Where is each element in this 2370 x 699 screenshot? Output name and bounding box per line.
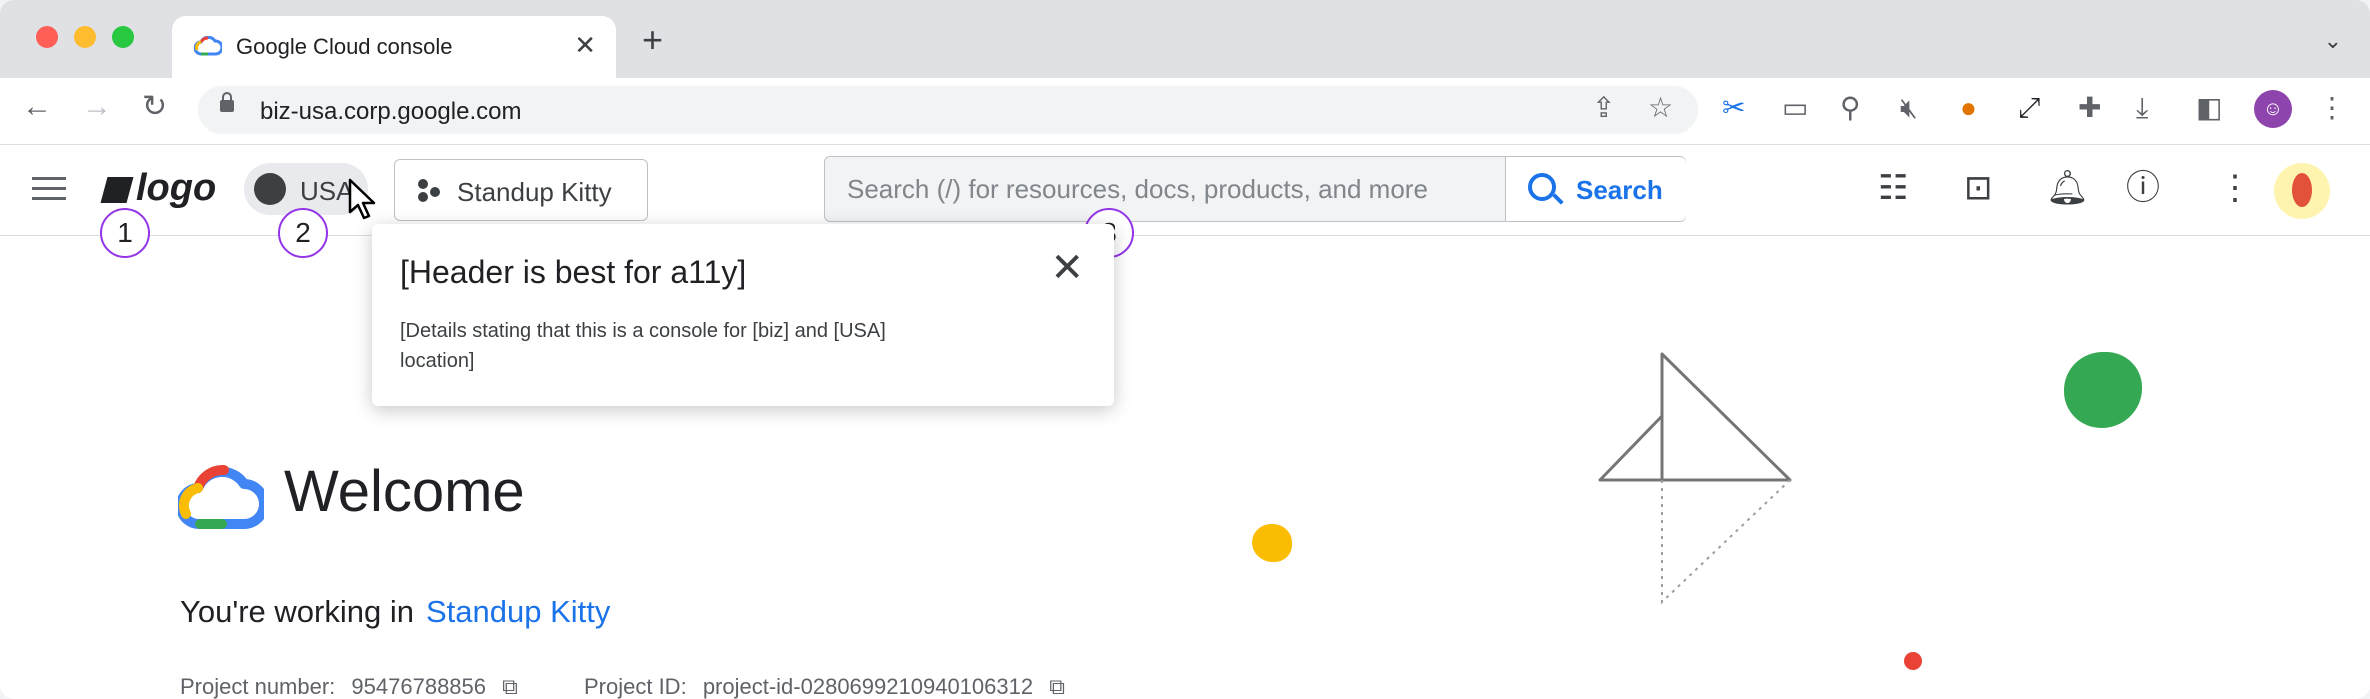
close-window-button[interactable] [36, 26, 58, 48]
annotation-badge-2: 2 [278, 208, 328, 258]
mute-icon[interactable]: 🔇︎ [1900, 94, 1918, 122]
translate-icon[interactable]: ⚲ [1840, 94, 1861, 122]
search-button[interactable]: Search [1505, 157, 1686, 221]
tab-title: Google Cloud console [236, 34, 453, 59]
url-text: biz-usa.corp.google.com [260, 98, 522, 125]
mouse-cursor-icon [348, 178, 376, 220]
tab-strip: Google Cloud console ✕ + ⌄ [0, 0, 2370, 78]
copy-icon[interactable]: ⧉ [502, 674, 518, 699]
hamburger-menu-icon[interactable] [32, 177, 66, 207]
reload-icon[interactable]: ↻ [142, 92, 167, 122]
project-number-value: 95476788856 [351, 674, 487, 699]
notifications-bell-icon[interactable]: 🔔︎ [2046, 171, 2089, 205]
popover-title: [Header is best for a11y] [400, 254, 747, 290]
welcome-title: Welcome [284, 459, 525, 524]
copy-icon[interactable]: ⧉ [1049, 674, 1065, 699]
project-picker-button[interactable]: Standup Kitty [394, 159, 648, 221]
puzzle-icon[interactable]: ✚ [2078, 94, 2101, 122]
forward-arrow-icon[interactable]: → [82, 92, 112, 122]
tab-close-icon[interactable]: ✕ [574, 30, 596, 61]
profile-avatar[interactable]: ☺ [2254, 90, 2292, 128]
popover-close-icon[interactable]: ✕ [1050, 248, 1084, 288]
annotation-badge-1: 1 [100, 208, 150, 258]
yellow-blob-shape [1252, 524, 1292, 562]
tab-google-cloud-console[interactable]: Google Cloud console ✕ [172, 16, 616, 78]
working-in-prefix: You're working in [180, 594, 414, 629]
search-bar: Search [824, 156, 1686, 222]
minimize-window-button[interactable] [74, 26, 96, 48]
browser-window: Google Cloud console ✕ + ⌄ ← → ↻ biz-usa… [0, 0, 2370, 699]
project-id-label: Project ID: [583, 674, 687, 699]
search-input[interactable] [825, 157, 1505, 221]
maximize-window-button[interactable] [112, 26, 134, 48]
globe-icon [254, 173, 286, 205]
extension-icon[interactable]: ● [1960, 94, 1977, 122]
bookmark-star-icon[interactable]: ☆ [1648, 94, 1673, 122]
help-icon[interactable]: ⓘ [2126, 171, 2160, 205]
project-number-label: Project number: [180, 674, 336, 699]
browser-toolbar: ← → ↻ biz-usa.corp.google.com ⇪ ☆ ✂ ▭ ⚲ … [0, 78, 2370, 145]
info-popover: [Header is best for a11y] ✕ [Details sta… [372, 224, 1114, 406]
google-cloud-favicon-icon [194, 36, 222, 56]
address-bar[interactable]: biz-usa.corp.google.com ⇪ ☆ [198, 86, 1698, 134]
region-label: USA [300, 176, 354, 206]
side-panel-icon[interactable]: ◧ [2196, 94, 2222, 122]
more-vert-icon[interactable]: ⋮ [2318, 94, 2346, 122]
user-avatar[interactable] [2274, 163, 2330, 219]
project-label: Standup Kitty [457, 177, 612, 207]
monitor-icon[interactable]: ▭ [1782, 94, 1808, 122]
logo-mark-icon [100, 176, 134, 203]
scissors-icon[interactable]: ✂ [1722, 94, 1745, 122]
project-info-row: Project number: 95476788856 ⧉ Project ID… [180, 674, 1075, 699]
working-project-link[interactable]: Standup Kitty [426, 594, 610, 629]
paper-plane-illustration [1598, 352, 1792, 605]
green-blob-shape [2064, 352, 2142, 428]
more-vert-icon[interactable]: ⋮ [2218, 171, 2252, 205]
popover-body: [Details stating that this is a console … [400, 320, 886, 372]
logo[interactable]: logo [100, 167, 216, 210]
project-id-value: project-id-0280699210940106312 [702, 674, 1034, 699]
project-icon [418, 179, 440, 202]
lock-icon [220, 92, 234, 112]
notes-icon[interactable]: ☷ [1878, 171, 1908, 205]
back-arrow-icon[interactable]: ← [22, 92, 52, 122]
working-in-text: You're working in Standup Kitty [180, 594, 610, 630]
download-icon[interactable]: ⤓ [2136, 94, 2148, 122]
chevron-down-icon[interactable]: ⌄ [2324, 28, 2342, 54]
expand-icon[interactable]: ⤢ [2018, 94, 2040, 122]
search-button-label: Search [1576, 175, 1663, 205]
share-icon[interactable]: ⇪ [1592, 94, 1615, 122]
new-tab-button[interactable]: + [642, 22, 663, 58]
cloud-shell-icon[interactable]: ⊡ [1964, 171, 1993, 205]
red-dot-shape [1904, 652, 1922, 670]
google-cloud-logo-icon [178, 465, 264, 529]
search-icon [1528, 173, 1556, 201]
